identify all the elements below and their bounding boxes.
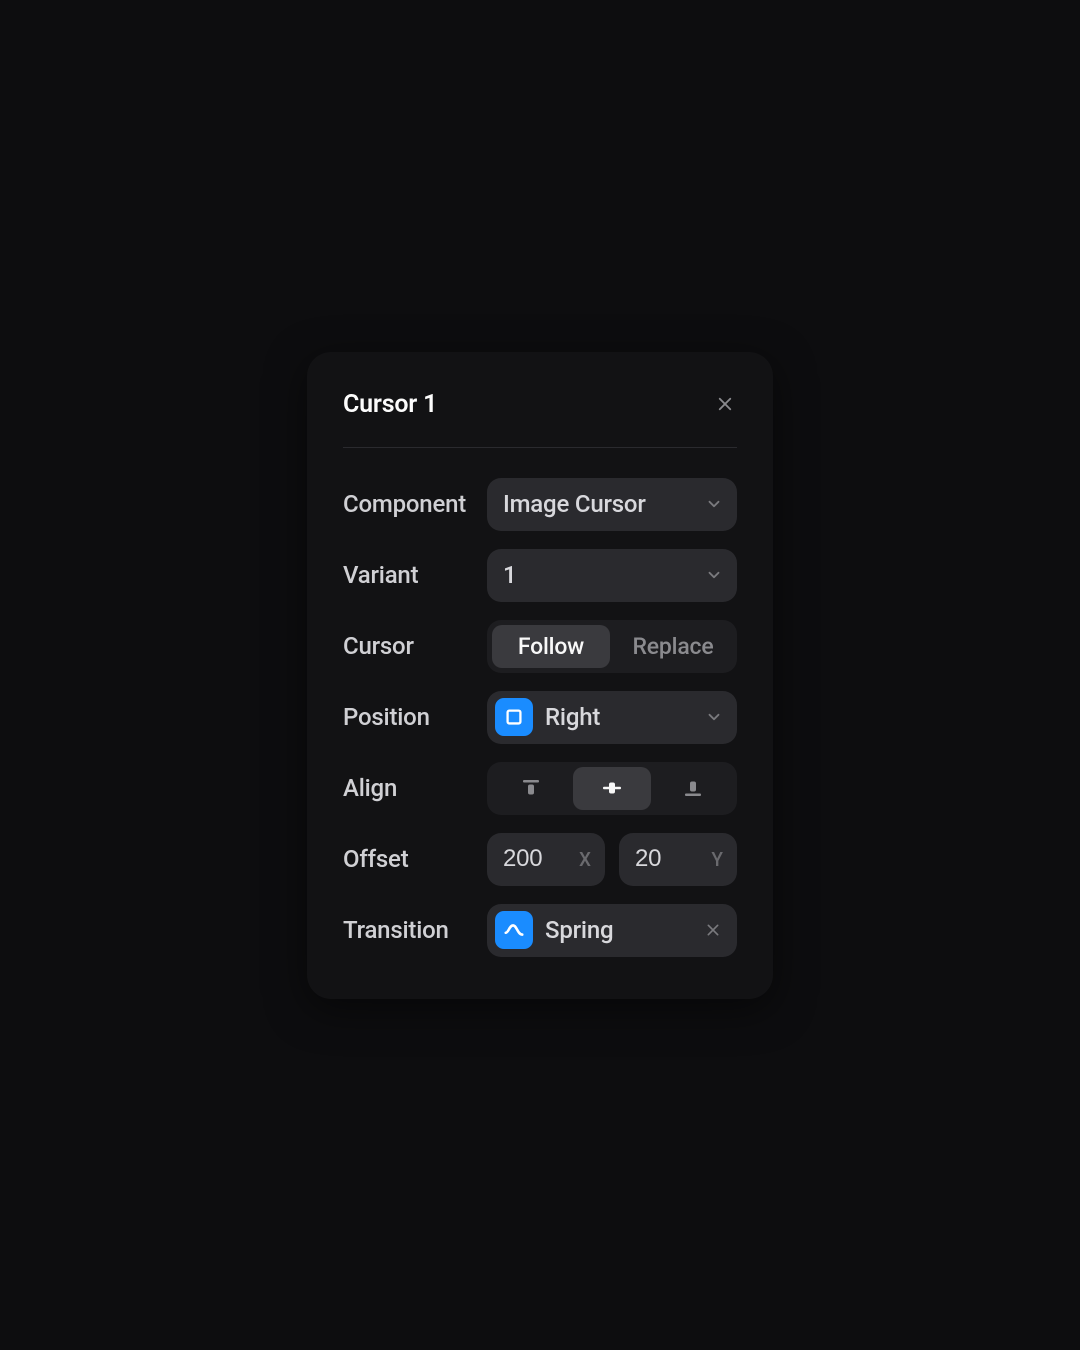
row-align: Align <box>343 762 737 815</box>
offset-x-field[interactable]: X <box>487 833 605 886</box>
offset-y-input[interactable] <box>635 845 711 873</box>
align-label: Align <box>343 774 487 802</box>
transition-icon <box>495 911 533 949</box>
offset-x-suffix: X <box>579 848 591 871</box>
transition-value: Spring <box>545 916 703 944</box>
cursor-segment-follow[interactable]: Follow <box>492 625 610 668</box>
transition-clear-button[interactable] <box>703 920 723 940</box>
variant-label: Variant <box>343 561 487 589</box>
align-middle-icon <box>600 776 624 800</box>
offset-x-input[interactable] <box>503 845 579 873</box>
cursor-segmented: Follow Replace <box>487 620 737 673</box>
cursor-settings-panel: Cursor 1 Component Image Cursor Variant <box>307 352 773 999</box>
panel-header: Cursor 1 <box>343 390 737 448</box>
position-icon <box>495 698 533 736</box>
offset-y-suffix: Y <box>711 848 723 871</box>
panel-title: Cursor 1 <box>343 390 437 419</box>
variant-value: 1 <box>503 561 705 589</box>
cursor-segment-replace[interactable]: Replace <box>614 625 732 668</box>
chevron-down-icon <box>705 566 723 584</box>
position-value: Right <box>545 703 705 731</box>
row-variant: Variant 1 <box>343 549 737 602</box>
row-offset: Offset X Y <box>343 833 737 886</box>
offset-label: Offset <box>343 845 487 873</box>
close-icon <box>716 395 734 413</box>
chevron-down-icon <box>705 708 723 726</box>
position-select[interactable]: Right <box>487 691 737 744</box>
cursor-label: Cursor <box>343 632 487 660</box>
align-segmented <box>487 762 737 815</box>
close-button[interactable] <box>713 392 737 416</box>
row-position: Position Right <box>343 691 737 744</box>
component-value: Image Cursor <box>503 490 705 518</box>
component-select[interactable]: Image Cursor <box>487 478 737 531</box>
align-middle-button[interactable] <box>573 767 650 810</box>
position-label: Position <box>343 703 487 731</box>
component-label: Component <box>343 490 487 518</box>
offset-y-field[interactable]: Y <box>619 833 737 886</box>
row-cursor: Cursor Follow Replace <box>343 620 737 673</box>
row-component: Component Image Cursor <box>343 478 737 531</box>
close-icon <box>705 922 721 938</box>
align-top-button[interactable] <box>492 767 569 810</box>
row-transition: Transition Spring <box>343 904 737 957</box>
transition-select[interactable]: Spring <box>487 904 737 957</box>
variant-select[interactable]: 1 <box>487 549 737 602</box>
transition-label: Transition <box>343 916 487 944</box>
chevron-down-icon <box>705 495 723 513</box>
align-bottom-icon <box>681 776 705 800</box>
align-bottom-button[interactable] <box>655 767 732 810</box>
align-top-icon <box>519 776 543 800</box>
